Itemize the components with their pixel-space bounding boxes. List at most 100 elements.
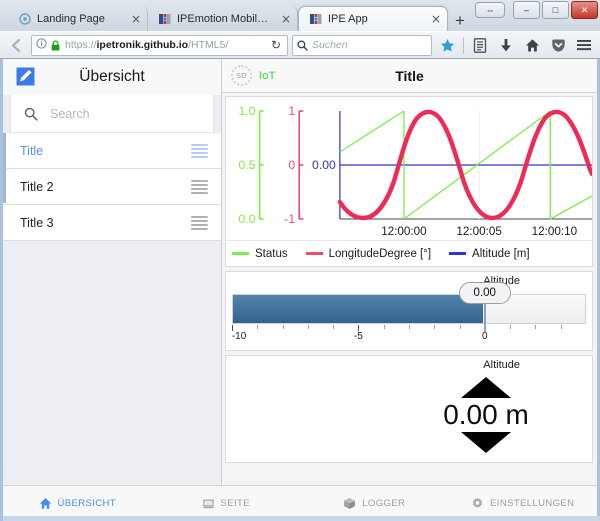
slider-tick-labels: -10 -5 0 bbox=[232, 331, 586, 345]
browser-tab-ipe-app[interactable]: IPE App × bbox=[298, 6, 448, 31]
slider-control[interactable]: -10 -5 0 0.00 bbox=[232, 282, 586, 346]
tab-close-icon[interactable]: × bbox=[431, 13, 441, 25]
svg-text:1: 1 bbox=[288, 104, 295, 118]
edit-pencil-icon[interactable] bbox=[16, 67, 35, 86]
time-series-chart[interactable]: 1.0 0.5 0.0 1 0 -1 0.00 12:00:00 12:00:0… bbox=[226, 97, 592, 240]
tab-close-icon[interactable]: × bbox=[281, 13, 291, 25]
toolbar-separator bbox=[463, 36, 464, 54]
page-bottom-strip bbox=[3, 516, 600, 521]
page-title: Title bbox=[395, 67, 424, 84]
library-icon[interactable] bbox=[469, 34, 491, 56]
nav-tab-seite[interactable]: SEITE bbox=[152, 497, 301, 510]
triangle-down-icon[interactable] bbox=[461, 432, 511, 454]
slider-widget[interactable]: Altitude -10 -5 0 0.00 bbox=[225, 271, 593, 351]
address-bar[interactable]: https://ipetronik.github.io/HTML5/ ↻ bbox=[31, 34, 288, 56]
chart-axis-altitude: 0.00 bbox=[312, 111, 341, 219]
nav-tab-einstellungen[interactable]: EINSTELLUNGEN bbox=[449, 497, 598, 510]
search-icon bbox=[24, 107, 38, 121]
back-arrow-icon[interactable] bbox=[5, 34, 27, 56]
numeric-gauge-widget[interactable]: Altitude 0.00 m bbox=[225, 355, 593, 463]
list-item-label: Title bbox=[20, 143, 44, 158]
slider-fill bbox=[233, 295, 483, 323]
main-panel: SD IoT Title 1.0 0.5 0.0 1 0 -1 0.00 12:… bbox=[222, 59, 597, 521]
maximize-button[interactable]: □ bbox=[542, 1, 569, 19]
close-window-button[interactable]: ✕ bbox=[571, 1, 598, 19]
nav-tab-logger[interactable]: LOGGER bbox=[300, 497, 449, 510]
sidebar-empty-area bbox=[3, 241, 221, 521]
nav-label: LOGGER bbox=[362, 498, 406, 509]
svg-text:-1: -1 bbox=[284, 212, 295, 226]
url-path: /HTML5/ bbox=[188, 39, 229, 51]
nav-label: ÜBERSICHT bbox=[57, 498, 116, 509]
list-item-label: Title 3 bbox=[20, 215, 54, 230]
tab-title: Landing Page bbox=[37, 12, 105, 25]
nav-label: EINSTELLUNGEN bbox=[490, 498, 575, 509]
gauge-widget-title: Altitude bbox=[483, 359, 520, 371]
sidebar-header: Übersicht bbox=[3, 59, 221, 95]
padlock-icon bbox=[51, 39, 60, 51]
slider-value-bubble[interactable]: 0.00 bbox=[458, 282, 511, 304]
minimize-button[interactable]: – bbox=[513, 1, 540, 19]
info-icon[interactable] bbox=[36, 38, 47, 52]
reload-icon[interactable]: ↻ bbox=[267, 38, 285, 52]
search-input[interactable] bbox=[50, 106, 213, 121]
search-icon bbox=[297, 39, 308, 51]
downloads-icon[interactable] bbox=[495, 34, 517, 56]
svg-text:0: 0 bbox=[288, 158, 295, 172]
ipe-icon bbox=[309, 13, 322, 26]
window-controls: ⇔ – □ ✕ bbox=[475, 1, 598, 19]
pocket-icon[interactable] bbox=[547, 34, 569, 56]
gear-icon bbox=[471, 497, 484, 510]
chart-axis-status: 1.0 0.5 0.0 bbox=[239, 104, 264, 226]
legend-swatch bbox=[305, 252, 323, 255]
chart-widget[interactable]: 1.0 0.5 0.0 1 0 -1 0.00 12:00:00 12:00:0… bbox=[225, 96, 593, 267]
sidebar-title: Übersicht bbox=[79, 68, 145, 85]
slider-thumb-needle[interactable] bbox=[483, 302, 486, 332]
slider-tick-label: -5 bbox=[353, 331, 363, 342]
chart-x-tick-labels: 12:00:00 12:00:05 12:00:10 bbox=[381, 226, 577, 238]
legend-item-altitude[interactable]: Altitude [m] bbox=[449, 248, 530, 260]
browser-tab-ipemotion[interactable]: IPEmotion Mobile Edition -... × bbox=[148, 6, 298, 31]
menu-hamburger-icon[interactable] bbox=[573, 34, 595, 56]
cube-icon bbox=[343, 497, 356, 510]
circle-icon bbox=[18, 12, 31, 25]
slider-track[interactable] bbox=[232, 294, 586, 324]
app-root: Übersicht Title Title 2 bbox=[3, 59, 597, 521]
legend-item-status[interactable]: Status bbox=[232, 248, 288, 260]
browser-search-box[interactable]: Suchen bbox=[292, 34, 432, 56]
drag-handle-icon[interactable] bbox=[191, 215, 208, 230]
home-icon[interactable] bbox=[521, 34, 543, 56]
drag-handle-icon[interactable] bbox=[191, 143, 208, 158]
drag-handle-icon[interactable] bbox=[191, 179, 208, 194]
legend-item-longitude[interactable]: LongitudeDegree [°] bbox=[305, 248, 431, 260]
restore-down-button[interactable]: ⇔ bbox=[475, 2, 505, 18]
nav-tab-uebersicht[interactable]: ÜBERSICHT bbox=[3, 497, 152, 510]
chart-legend: Status LongitudeDegree [°] Altitude [m] bbox=[226, 240, 592, 266]
tab-title: IPEmotion Mobile Edition -... bbox=[177, 12, 274, 25]
browser-tab-landing-page[interactable]: Landing Page × bbox=[8, 6, 148, 31]
sidebar-item-title-3[interactable]: Title 3 bbox=[3, 205, 221, 241]
home-icon bbox=[39, 497, 52, 510]
web-page-viewport: Übersicht Title Title 2 bbox=[0, 59, 600, 521]
legend-label: Altitude [m] bbox=[472, 247, 530, 260]
url-scheme: https:// bbox=[65, 39, 97, 51]
triangle-up-icon[interactable] bbox=[461, 376, 511, 398]
svg-text:12:00:00: 12:00:00 bbox=[381, 226, 426, 238]
sidebar-item-title[interactable]: Title bbox=[3, 133, 221, 169]
url-host: ipetronik.github.io bbox=[96, 39, 189, 51]
new-tab-button[interactable]: + bbox=[455, 12, 465, 29]
bookmark-star-icon[interactable] bbox=[436, 34, 458, 56]
svg-text:12:00:10: 12:00:10 bbox=[532, 226, 577, 238]
sidebar-scroll-indicator[interactable] bbox=[3, 133, 6, 203]
svg-text:0.5: 0.5 bbox=[239, 158, 256, 172]
sd-card-status-icon[interactable]: SD bbox=[231, 65, 252, 86]
connection-status-label: IoT bbox=[259, 69, 276, 82]
svg-text:0.0: 0.0 bbox=[239, 212, 256, 226]
app-header: SD IoT Title bbox=[222, 59, 597, 93]
tab-close-icon[interactable]: × bbox=[131, 13, 141, 25]
svg-text:0.00: 0.00 bbox=[312, 158, 336, 172]
sidebar-item-title-2[interactable]: Title 2 bbox=[3, 169, 221, 205]
browser-search-placeholder: Suchen bbox=[312, 39, 348, 51]
sidebar-search-row[interactable] bbox=[10, 95, 214, 133]
svg-text:1.0: 1.0 bbox=[239, 104, 256, 118]
